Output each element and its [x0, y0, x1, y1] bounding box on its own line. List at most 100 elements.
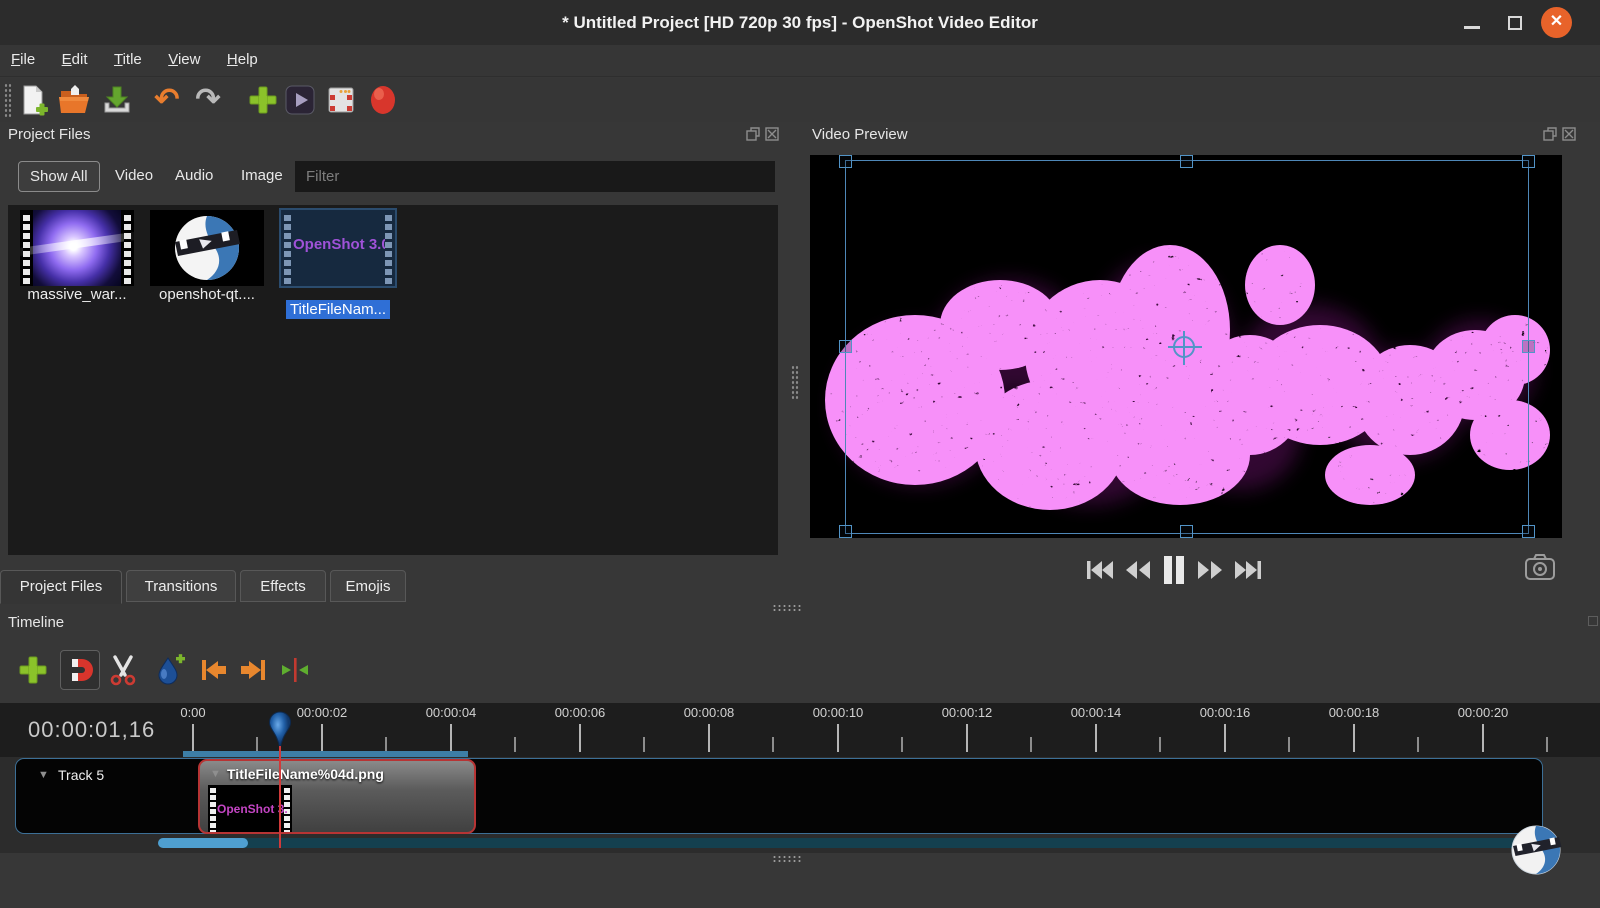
transform-handle-top-left[interactable]	[839, 155, 852, 168]
menu-bar: File Edit Title View Help	[0, 45, 1600, 77]
minimize-icon	[1464, 26, 1480, 29]
playhead-marker[interactable]	[268, 711, 292, 751]
file-item-titlefilename[interactable]: OpenShot 3.0 TitleFileNam...	[279, 208, 397, 319]
float-panel-icon[interactable]	[746, 127, 760, 141]
file-item-openshot-qt[interactable]: openshot-qt....	[148, 210, 266, 304]
timeline-panel-title: Timeline	[8, 614, 65, 631]
origin-crosshair-icon[interactable]	[1168, 331, 1202, 365]
ruler-label: 00:00:10	[812, 705, 864, 720]
maximize-button[interactable]	[1505, 12, 1527, 34]
horizontal-splitter-top[interactable]	[772, 604, 802, 611]
pause-button[interactable]	[1161, 554, 1187, 586]
video-preview-dock-controls	[1543, 127, 1576, 141]
tab-transitions[interactable]: Transitions	[126, 570, 236, 602]
minimize-button[interactable]	[1462, 12, 1484, 34]
save-project-button[interactable]	[98, 81, 136, 119]
timeline-scrollbar[interactable]	[158, 838, 1543, 848]
menu-edit[interactable]: Edit	[51, 45, 99, 72]
maximize-icon	[1508, 16, 1522, 30]
choose-profile-button[interactable]	[281, 81, 319, 119]
add-track-button[interactable]	[13, 650, 53, 690]
next-marker-button[interactable]	[234, 650, 274, 690]
track-menu-chevron-icon[interactable]: ▼	[38, 769, 49, 781]
save-frame-button[interactable]	[1524, 553, 1556, 581]
transport-controls	[1085, 549, 1295, 591]
record-icon	[371, 86, 395, 114]
playhead-line[interactable]	[279, 746, 281, 848]
transform-handle-top-center[interactable]	[1180, 155, 1193, 168]
title-thumbnail-text: OpenShot 3.0	[293, 236, 390, 253]
file-label: massive_war...	[27, 286, 127, 303]
horizontal-splitter-bottom[interactable]	[772, 855, 802, 862]
file-item-massive-war[interactable]: massive_war...	[18, 210, 136, 304]
previous-marker-icon	[202, 660, 226, 680]
filter-image-button[interactable]: Image	[230, 161, 294, 192]
snap-toggle-button[interactable]	[60, 650, 100, 690]
menu-help[interactable]: Help	[216, 45, 269, 72]
filter-show-all-button[interactable]: Show All	[18, 161, 100, 192]
filmstrip-sprockets-icon	[382, 210, 395, 286]
jump-to-end-button[interactable]	[1233, 557, 1263, 583]
menu-file[interactable]: File	[0, 45, 46, 72]
ruler-label: 00:00:16	[1199, 705, 1251, 720]
playhead-timecode: 00:00:01,16	[28, 717, 156, 742]
menu-title[interactable]: Title	[103, 45, 153, 72]
clip-menu-chevron-icon[interactable]: ▼	[210, 768, 221, 780]
jump-to-start-button[interactable]	[1085, 557, 1115, 583]
close-panel-icon[interactable]	[765, 127, 779, 141]
timeline-scrollbar-thumb[interactable]	[158, 838, 248, 848]
vertical-splitter[interactable]	[786, 150, 804, 590]
marker-drop-icon	[158, 654, 185, 685]
rewind-button[interactable]	[1124, 557, 1152, 583]
previous-marker-button[interactable]	[193, 650, 233, 690]
project-files-list[interactable]: massive_war... openshot-qt.... OpenShot …	[8, 205, 778, 555]
float-panel-icon[interactable]	[1543, 127, 1557, 141]
openshot-window: * Untitled Project [HD 720p 30 fps] - Op…	[0, 0, 1600, 908]
transform-handle-mid-left[interactable]	[839, 340, 852, 353]
ruler-label: 00:00:08	[683, 705, 735, 720]
next-marker-icon	[241, 660, 265, 680]
playhead-pin-icon	[268, 711, 292, 749]
tab-project-files[interactable]: Project Files	[0, 570, 122, 604]
undo-button[interactable]: ↶	[148, 81, 186, 119]
center-on-playhead-button[interactable]	[275, 650, 315, 690]
transform-handle-top-right[interactable]	[1522, 155, 1535, 168]
filter-input[interactable]	[295, 161, 775, 192]
new-project-icon	[23, 85, 48, 116]
timeline-clip[interactable]: ▼ TitleFileName%04d.png OpenShot 3.	[198, 759, 476, 834]
file-label: openshot-qt....	[159, 286, 255, 303]
transform-handle-bottom-left[interactable]	[839, 525, 852, 538]
timeline-ruler[interactable]: 00:00:01,16 0:00 00:00:02 00:00:04 00:00…	[0, 703, 1600, 757]
new-project-button[interactable]	[14, 81, 52, 119]
toolbar-drag-handle[interactable]	[4, 83, 12, 117]
ruler-label: 00:00:14	[1070, 705, 1122, 720]
close-button[interactable]: ✕	[1541, 7, 1572, 38]
record-button[interactable]	[364, 81, 402, 119]
transform-handle-mid-right[interactable]	[1522, 340, 1535, 353]
fast-forward-button[interactable]	[1196, 557, 1224, 583]
add-track-icon	[19, 656, 47, 684]
razor-button[interactable]	[103, 650, 143, 690]
add-marker-button[interactable]	[150, 650, 190, 690]
open-project-button[interactable]	[56, 81, 94, 119]
filmstrip-sprockets-icon	[20, 210, 33, 286]
export-video-button[interactable]	[322, 81, 360, 119]
timeline-toolbar	[0, 642, 1600, 698]
redo-button[interactable]: ↷	[189, 81, 227, 119]
menu-view[interactable]: View	[157, 45, 211, 72]
track-5[interactable]: ▼ Track 5 ▼ TitleFileName%04d.png OpenSh…	[15, 758, 1543, 834]
transform-handle-bottom-right[interactable]	[1522, 525, 1535, 538]
tab-emojis[interactable]: Emojis	[330, 570, 406, 602]
title-bar[interactable]: * Untitled Project [HD 720p 30 fps] - Op…	[0, 0, 1600, 45]
filter-audio-button[interactable]: Audio	[164, 161, 224, 192]
import-files-button[interactable]	[244, 81, 282, 119]
disco-sphere-image	[33, 210, 121, 286]
tab-effects[interactable]: Effects	[240, 570, 326, 602]
filmstrip-sprockets-icon	[121, 210, 134, 286]
close-panel-icon[interactable]	[1562, 127, 1576, 141]
timeline-panel-icon[interactable]	[1588, 616, 1598, 626]
transform-handle-bottom-center[interactable]	[1180, 525, 1193, 538]
video-preview-canvas[interactable]	[810, 155, 1562, 538]
video-preview-panel-title: Video Preview	[812, 126, 908, 143]
filter-video-button[interactable]: Video	[104, 161, 164, 192]
